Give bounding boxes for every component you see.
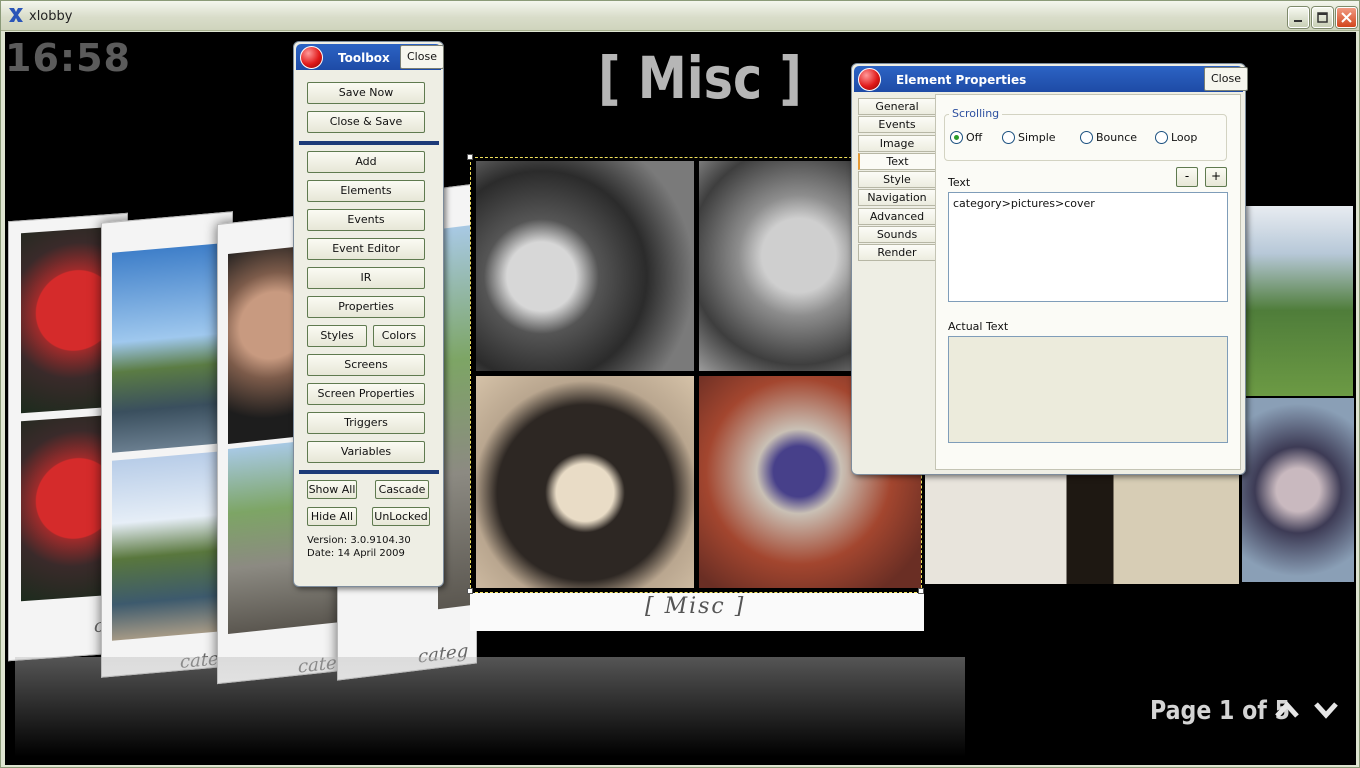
main-caption: [ Misc ] xyxy=(645,594,746,619)
radio-checked-icon xyxy=(950,131,963,144)
text-tab-content: Scrolling Off Simple Bounce Loop Text - … xyxy=(935,94,1241,470)
photo xyxy=(112,451,222,641)
scrolling-simple-radio[interactable]: Simple xyxy=(1002,131,1056,144)
photo xyxy=(476,161,694,371)
actual-text-field xyxy=(948,336,1228,443)
photo xyxy=(112,243,222,453)
radio-icon xyxy=(1002,131,1015,144)
event-editor-button[interactable]: Event Editor xyxy=(307,238,425,260)
page-indicator: Page 1 of 5 xyxy=(1150,696,1290,726)
tab-render[interactable]: Render xyxy=(858,244,936,261)
colors-button[interactable]: Colors xyxy=(373,325,425,347)
date-text: Date: 14 April 2009 xyxy=(307,548,405,559)
ir-button[interactable]: IR xyxy=(307,267,425,289)
separator xyxy=(299,141,439,145)
screen-title: [ Misc ] xyxy=(598,44,802,112)
minimize-icon xyxy=(1294,20,1302,22)
toolbox-ball-icon xyxy=(300,46,323,69)
maximize-icon xyxy=(1317,12,1328,23)
minimize-button[interactable] xyxy=(1288,7,1309,28)
screens-button[interactable]: Screens xyxy=(307,354,425,376)
unlocked-button[interactable]: UnLocked xyxy=(372,507,430,526)
element-properties-header[interactable]: Element Properties Close xyxy=(854,66,1248,92)
maximize-button[interactable] xyxy=(1312,7,1333,28)
text-label: Text xyxy=(948,176,971,189)
actual-text-label: Actual Text xyxy=(948,320,1009,333)
window-title: xlobby xyxy=(29,9,73,24)
clock: 16:58 xyxy=(5,36,131,80)
xlobby-logo-icon xyxy=(9,8,23,22)
element-properties-ball-icon xyxy=(858,68,881,91)
scrolling-bounce-radio[interactable]: Bounce xyxy=(1080,131,1137,144)
hide-all-button[interactable]: Hide All xyxy=(307,507,357,526)
close-and-save-button[interactable]: Close & Save xyxy=(307,111,425,133)
tab-navigation[interactable]: Navigation xyxy=(858,189,936,206)
window-close-button[interactable] xyxy=(1336,7,1357,28)
photo[interactable] xyxy=(1242,398,1354,582)
element-properties-close-button[interactable]: Close xyxy=(1204,67,1248,91)
variables-button[interactable]: Variables xyxy=(307,441,425,463)
element-properties-title: Element Properties xyxy=(896,73,1027,87)
radio-icon xyxy=(1080,131,1093,144)
add-button[interactable]: Add xyxy=(307,151,425,173)
version-text: Version: 3.0.9104.30 xyxy=(307,535,411,546)
element-properties-panel: Element Properties Close General Events … xyxy=(851,63,1248,475)
scrolling-loop-radio[interactable]: Loop xyxy=(1155,131,1197,144)
triggers-button[interactable]: Triggers xyxy=(307,412,425,434)
tab-style[interactable]: Style xyxy=(858,171,936,188)
photo[interactable] xyxy=(925,474,1239,584)
floor-reflection xyxy=(15,657,965,757)
scrolling-legend: Scrolling xyxy=(949,107,1003,120)
tab-sounds[interactable]: Sounds xyxy=(858,226,936,243)
tab-events[interactable]: Events xyxy=(858,116,936,133)
cascade-button[interactable]: Cascade xyxy=(375,480,429,499)
tab-image[interactable]: Image xyxy=(858,135,936,152)
toolbox-panel: Toolbox Close Save Now Close & Save Add … xyxy=(293,41,444,587)
tab-advanced[interactable]: Advanced xyxy=(858,208,936,225)
toolbox-header[interactable]: Toolbox Close xyxy=(296,44,444,70)
radio-icon xyxy=(1155,131,1168,144)
save-now-button[interactable]: Save Now xyxy=(307,82,425,104)
tab-general[interactable]: General xyxy=(858,98,936,115)
screen-properties-button[interactable]: Screen Properties xyxy=(307,383,425,405)
properties-button[interactable]: Properties xyxy=(307,296,425,318)
scrolling-off-radio[interactable]: Off xyxy=(950,131,982,144)
photo xyxy=(476,376,694,588)
resize-handle[interactable] xyxy=(918,588,924,594)
plus-button[interactable]: + xyxy=(1205,167,1227,187)
album-card[interactable]: categ xyxy=(101,211,233,678)
elements-button[interactable]: Elements xyxy=(307,180,425,202)
minus-button[interactable]: - xyxy=(1176,167,1198,187)
page-up-icon[interactable] xyxy=(1274,700,1300,720)
show-all-button[interactable]: Show All xyxy=(307,480,357,499)
events-button[interactable]: Events xyxy=(307,209,425,231)
xlobby-window: xlobby 16:58 [ Misc ] c categ categ cate… xyxy=(0,0,1360,768)
resize-handle[interactable] xyxy=(467,588,473,594)
close-icon xyxy=(1341,12,1352,23)
title-bar[interactable]: xlobby xyxy=(1,1,1359,31)
text-input[interactable]: category>pictures>cover xyxy=(948,192,1228,302)
page-down-icon[interactable] xyxy=(1313,700,1339,720)
styles-button[interactable]: Styles xyxy=(307,325,367,347)
toolbox-close-button[interactable]: Close xyxy=(400,45,444,69)
resize-handle[interactable] xyxy=(467,154,473,160)
toolbox-title: Toolbox xyxy=(338,51,390,65)
photo[interactable] xyxy=(1245,206,1353,396)
tab-text[interactable]: Text xyxy=(858,153,936,170)
separator xyxy=(299,470,439,474)
